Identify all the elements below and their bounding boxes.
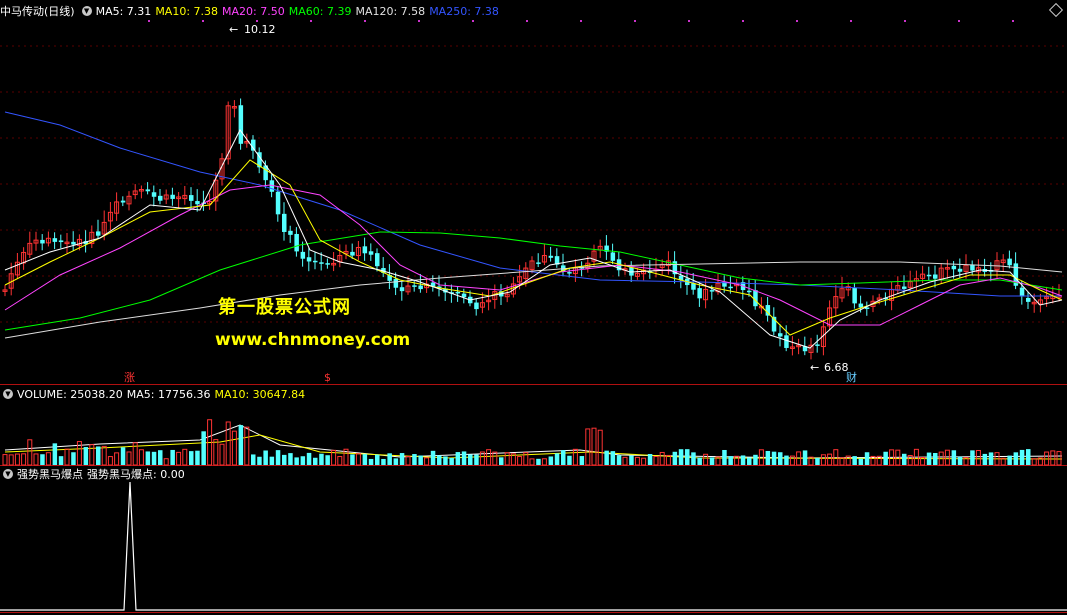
kline-chart[interactable]: 10.12 ← 6.68 ← 涨 $ 财: [0, 0, 1067, 615]
low-price-label: 6.68: [824, 361, 849, 374]
high-arrow: ←: [229, 23, 238, 36]
volume-bars: [2, 419, 1062, 466]
marker-cai[interactable]: 财: [846, 370, 857, 384]
indicator-line: [0, 481, 1067, 611]
watermark-title: 第一股票公式网: [218, 297, 351, 318]
moving-average-lines: [4, 111, 1063, 460]
watermark-url: www.chnmoney.com: [215, 330, 411, 350]
candlesticks: [2, 98, 1062, 360]
marker-zhang[interactable]: 涨: [124, 371, 135, 384]
low-arrow: ←: [810, 361, 819, 374]
marker-dollar[interactable]: $: [324, 371, 331, 384]
high-price-label: 10.12: [244, 23, 276, 36]
